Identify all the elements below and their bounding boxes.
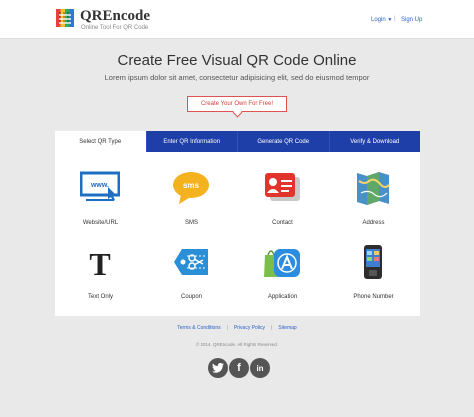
login-label: Login [371,17,386,23]
footer-link-terms[interactable]: Terms & Conditions [177,325,220,331]
svg-text:www.: www. [90,182,109,189]
qr-wizard-panel: Select QR Type Enter QR Information Gene… [55,131,420,316]
brand-name[interactable]: QREncode [80,8,150,25]
coupon-scissors-icon [171,245,211,279]
qr-type-phone[interactable]: Phone Number [328,245,419,305]
tab-generate-qr-code[interactable]: Generate QR Code [238,131,330,152]
qr-type-address[interactable]: Address [328,171,419,231]
contact-card-icon [262,171,302,205]
map-icon [353,171,393,205]
qr-logo-icon[interactable] [55,8,75,28]
auth-separator: | [394,16,396,22]
footer-link-privacy[interactable]: Privacy Policy [234,325,265,331]
qr-type-application[interactable]: Application [237,245,328,305]
create-free-button[interactable]: Create Your Own For Free! [187,96,287,112]
copyright-text: © 2014. QREncode. All Rights Reserved. [195,342,279,347]
footer-links: Terms & Conditions | Privacy Policy | Sitema… [0,325,474,331]
tab-select-qr-type[interactable]: Select QR Type [55,131,147,152]
qr-type-coupon[interactable]: Coupon [146,245,237,305]
qr-type-label: Address [362,220,385,226]
qr-type-contact[interactable]: Contact [237,171,328,231]
twitter-icon[interactable] [208,358,228,378]
footer-separator: | [226,325,228,331]
qr-type-website[interactable]: www. Website/URL [55,171,146,231]
svg-text:T: T [89,246,110,279]
qr-type-sms[interactable]: sms SMS [146,171,237,231]
qr-type-text[interactable]: T Text Only [55,245,146,305]
signup-link[interactable]: Sign Up [401,17,422,23]
footer-link-sitemap[interactable]: Sitemap [278,325,296,331]
linkedin-icon[interactable]: in [250,358,270,378]
text-t-icon: T [80,245,120,282]
hero-title: Create Free Visual QR Code Online [117,52,357,69]
qr-type-label: Text Only [87,294,113,300]
qr-type-label: Application [267,294,298,300]
footer-separator: | [271,325,273,331]
qr-type-label: Phone Number [353,294,394,300]
monitor-url-icon: www. [79,171,121,205]
brand-tagline: Online Tool For QR Code [81,25,149,31]
wizard-tabs: Select QR Type Enter QR Information Gene… [55,131,420,152]
qr-type-label: Coupon [180,294,203,300]
hero-subtitle: Lorem ipsum dolor sit amet, consectetur … [104,73,370,82]
create-free-label: Create Your Own For Free! [200,101,274,107]
app-store-icon [262,245,302,279]
chevron-down-icon: ▼ [387,17,393,23]
svg-text:sms: sms [183,181,200,190]
qr-type-label: Website/URL [82,220,119,226]
qr-type-label: SMS [184,220,198,226]
sms-bubble-icon: sms [171,171,211,205]
tab-verify-download[interactable]: Verify & Download [329,131,420,152]
login-link[interactable]: Login ▼ [371,17,392,23]
tab-enter-qr-information[interactable]: Enter QR Information [146,131,238,152]
qr-type-label: Contact [272,220,293,226]
facebook-icon[interactable]: f [229,358,249,378]
top-bar: QREncode Online Tool For QR Code Login ▼… [0,0,474,39]
phone-icon [353,245,393,279]
